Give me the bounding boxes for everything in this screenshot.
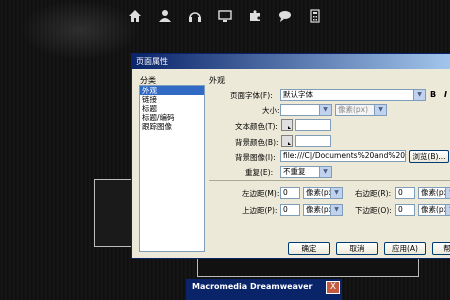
ok-button[interactable]: 确定 xyxy=(288,242,330,255)
chevron-down-icon: ▼ xyxy=(319,105,331,115)
bold-button[interactable]: B xyxy=(430,90,436,99)
category-item-links[interactable]: 链接 xyxy=(140,95,204,104)
page-font-select[interactable]: 默认字体 ▼ xyxy=(280,89,426,101)
calculator-icon[interactable] xyxy=(308,8,322,24)
repeat-value: 不重复 xyxy=(283,167,306,176)
browse-button[interactable]: 浏览(B)... xyxy=(409,150,449,163)
text-color-swatch[interactable] xyxy=(281,119,293,131)
category-item-title-encoding[interactable]: 标题/编码 xyxy=(140,113,204,122)
home-icon[interactable] xyxy=(128,8,142,24)
top-margin-label: 上边距(P): xyxy=(242,206,278,215)
chevron-down-icon: ▼ xyxy=(330,188,342,198)
bottom-margin-label: 下边距(O): xyxy=(355,206,392,215)
size-unit-select: 像素(px) ▼ xyxy=(335,104,387,116)
text-color-label: 文本颜色(T): xyxy=(235,122,278,131)
bg-color-label: 背景颜色(B): xyxy=(235,138,279,147)
chevron-down-icon: ▼ xyxy=(445,205,450,215)
chat-icon[interactable] xyxy=(278,8,292,24)
chevron-down-icon: ▼ xyxy=(413,90,425,100)
background-panel xyxy=(94,179,134,247)
bg-color-swatch[interactable] xyxy=(281,135,293,147)
cancel-button[interactable]: 取消 xyxy=(336,242,378,255)
left-margin-input[interactable]: 0 xyxy=(280,187,300,199)
category-list[interactable]: 外观 链接 标题 标题/编码 跟踪图像 xyxy=(139,85,205,252)
right-margin-input[interactable]: 0 xyxy=(395,187,415,199)
monitor-icon[interactable] xyxy=(218,8,232,24)
page-font-value: 默认字体 xyxy=(283,90,313,99)
chevron-down-icon: ▼ xyxy=(374,105,386,115)
repeat-select[interactable]: 不重复 ▼ xyxy=(280,166,332,178)
bottom-margin-unit-select[interactable]: 像素(px) ▼ xyxy=(418,204,450,216)
right-margin-label: 右边距(R): xyxy=(355,189,392,198)
repeat-label: 重复(E): xyxy=(245,168,274,177)
top-icon-bar xyxy=(120,4,330,28)
top-margin-unit-select[interactable]: 像素(px) ▼ xyxy=(303,204,343,216)
apply-button[interactable]: 应用(A) xyxy=(384,242,426,255)
bg-color-input[interactable] xyxy=(295,135,331,147)
right-margin-unit-select[interactable]: 像素(px) ▼ xyxy=(418,187,450,199)
section-title: 外观 xyxy=(209,76,225,85)
size-unit-value: 像素(px) xyxy=(338,105,369,114)
bg-image-input[interactable]: file:///C|/Documents%20and%20Settin xyxy=(280,150,406,162)
category-item-appearance[interactable]: 外观 xyxy=(140,86,204,95)
dreamweaver-title[interactable]: Macromedia Dreamweaver xyxy=(186,279,342,295)
chevron-down-icon: ▼ xyxy=(319,167,331,177)
page-font-label: 页面字体(F): xyxy=(230,91,273,100)
close-button[interactable]: X xyxy=(326,281,340,294)
left-margin-label: 左边距(M): xyxy=(242,189,280,198)
background-frame xyxy=(197,258,419,277)
category-item-tracing-image[interactable]: 跟踪图像 xyxy=(140,122,204,131)
chevron-down-icon: ▼ xyxy=(445,188,450,198)
puzzle-icon[interactable] xyxy=(248,8,262,24)
chevron-down-icon: ▼ xyxy=(330,205,342,215)
text-color-input[interactable] xyxy=(295,119,331,131)
help-button[interactable]: 帮 xyxy=(432,242,450,255)
top-margin-input[interactable]: 0 xyxy=(280,204,300,216)
italic-button[interactable]: I xyxy=(444,90,447,99)
left-margin-unit-select[interactable]: 像素(px) ▼ xyxy=(303,187,343,199)
size-select[interactable]: ▼ xyxy=(280,104,332,116)
dreamweaver-window: Macromedia Dreamweaver X xyxy=(186,279,342,300)
divider xyxy=(209,180,450,181)
category-item-headings[interactable]: 标题 xyxy=(140,104,204,113)
user-icon[interactable] xyxy=(158,8,172,24)
headphones-icon[interactable] xyxy=(188,8,202,24)
page-properties-dialog: 页面属性 分类 外观 链接 标题 标题/编码 跟踪图像 外观 页面字体(F): … xyxy=(131,53,450,259)
size-label: 大小: xyxy=(262,106,280,115)
bg-image-label: 背景图像(I): xyxy=(235,153,276,162)
bottom-margin-input[interactable]: 0 xyxy=(395,204,415,216)
dialog-title[interactable]: 页面属性 xyxy=(132,54,450,69)
